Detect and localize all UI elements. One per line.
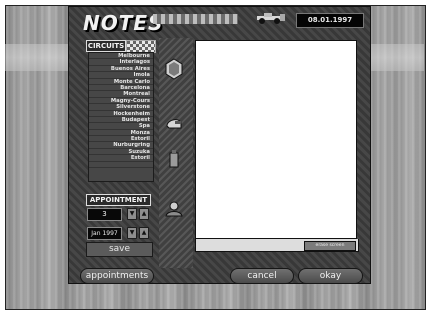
fuel-icon xyxy=(169,150,179,168)
day-down-button[interactable]: ▼ xyxy=(127,208,137,220)
mechanic-icon xyxy=(165,201,183,217)
arrow-down-icon: ▼ xyxy=(129,229,135,236)
erase-screen-button[interactable]: erase screen xyxy=(304,241,356,251)
circuit-item[interactable] xyxy=(89,162,153,169)
arrow-up-icon: ▲ xyxy=(141,229,147,236)
race-car-icon xyxy=(257,13,285,24)
appointment-day-field[interactable]: 3 xyxy=(87,208,122,221)
appointments-button[interactable]: appointments xyxy=(80,268,154,284)
month-up-button[interactable]: ▲ xyxy=(139,227,149,239)
notes-logo: NOTES xyxy=(83,11,164,35)
notes-textarea[interactable] xyxy=(195,40,357,239)
logo-stripe-decoration xyxy=(153,14,238,24)
fuel-icon[interactable] xyxy=(163,148,185,170)
appointment-header: APPOINTMENT xyxy=(86,194,151,206)
day-up-button[interactable]: ▲ xyxy=(139,208,149,220)
helmet-icon[interactable] xyxy=(163,112,185,134)
helmet-icon xyxy=(166,119,182,129)
arrow-up-icon: ▲ xyxy=(141,210,147,217)
mechanic-icon[interactable] xyxy=(163,198,185,220)
arrow-down-icon: ▼ xyxy=(129,210,135,217)
track-map-icon[interactable] xyxy=(163,58,185,80)
track-map-icon xyxy=(165,58,183,80)
date-display: 08.01.1997 xyxy=(296,13,364,28)
okay-button[interactable]: okay xyxy=(298,268,363,284)
circuit-list: Melbourne Interlagos Buenos Aires Imola … xyxy=(88,52,154,182)
appointment-month-field[interactable]: Jan 1997 xyxy=(87,227,122,240)
cancel-button[interactable]: cancel xyxy=(230,268,294,284)
month-down-button[interactable]: ▼ xyxy=(127,227,137,239)
circuits-header: CIRCUITS xyxy=(86,40,126,52)
save-button[interactable]: save xyxy=(86,242,153,257)
